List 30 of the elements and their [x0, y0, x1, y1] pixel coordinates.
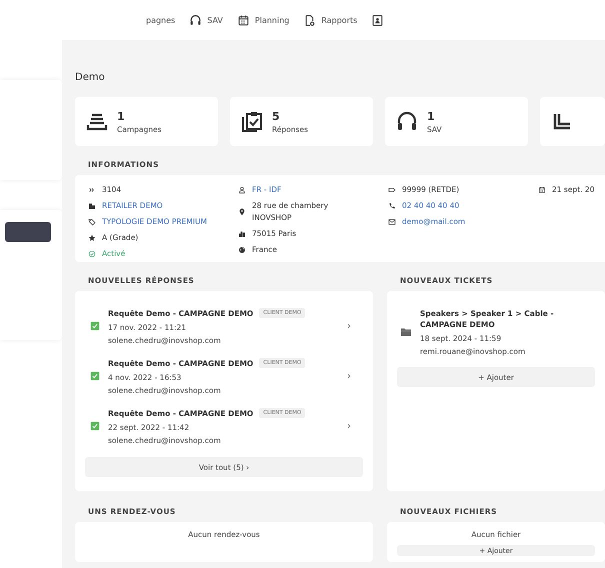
label-icon — [388, 186, 396, 194]
nav-link[interactable]: Planning — [254, 16, 290, 24]
stat-value: 1 — [117, 110, 126, 122]
nav-link[interactable]: SAV — [207, 16, 223, 24]
star-icon — [88, 234, 96, 242]
double-chevron-icon — [88, 186, 96, 194]
globe-icon — [238, 246, 246, 254]
location-pin-icon — [238, 208, 246, 216]
calendar-icon[interactable] — [236, 14, 250, 26]
chevron: › — [347, 420, 352, 432]
clipboard-check-icon — [240, 110, 264, 134]
stat-value: 5 — [272, 110, 281, 122]
person-icon — [238, 186, 246, 194]
nav-link[interactable]: Rapports — [321, 16, 358, 24]
calendar-icon — [538, 186, 546, 194]
chevron: › — [347, 320, 352, 332]
chevron: › — [347, 370, 352, 382]
folder-icon — [400, 326, 412, 338]
stat-value: 1 — [427, 110, 436, 122]
headset-icon[interactable] — [189, 14, 202, 26]
building-icon — [88, 202, 96, 210]
tag-icon — [88, 218, 96, 226]
contact-card-icon[interactable] — [371, 14, 384, 26]
check-circle-icon — [88, 250, 96, 258]
document-gear-icon[interactable] — [303, 14, 316, 26]
mail-icon — [388, 218, 396, 226]
nav-link[interactable]: pagnes — [146, 16, 176, 24]
page-title: Demo — [75, 72, 106, 83]
city-icon — [238, 230, 246, 238]
phone-icon — [388, 202, 396, 210]
